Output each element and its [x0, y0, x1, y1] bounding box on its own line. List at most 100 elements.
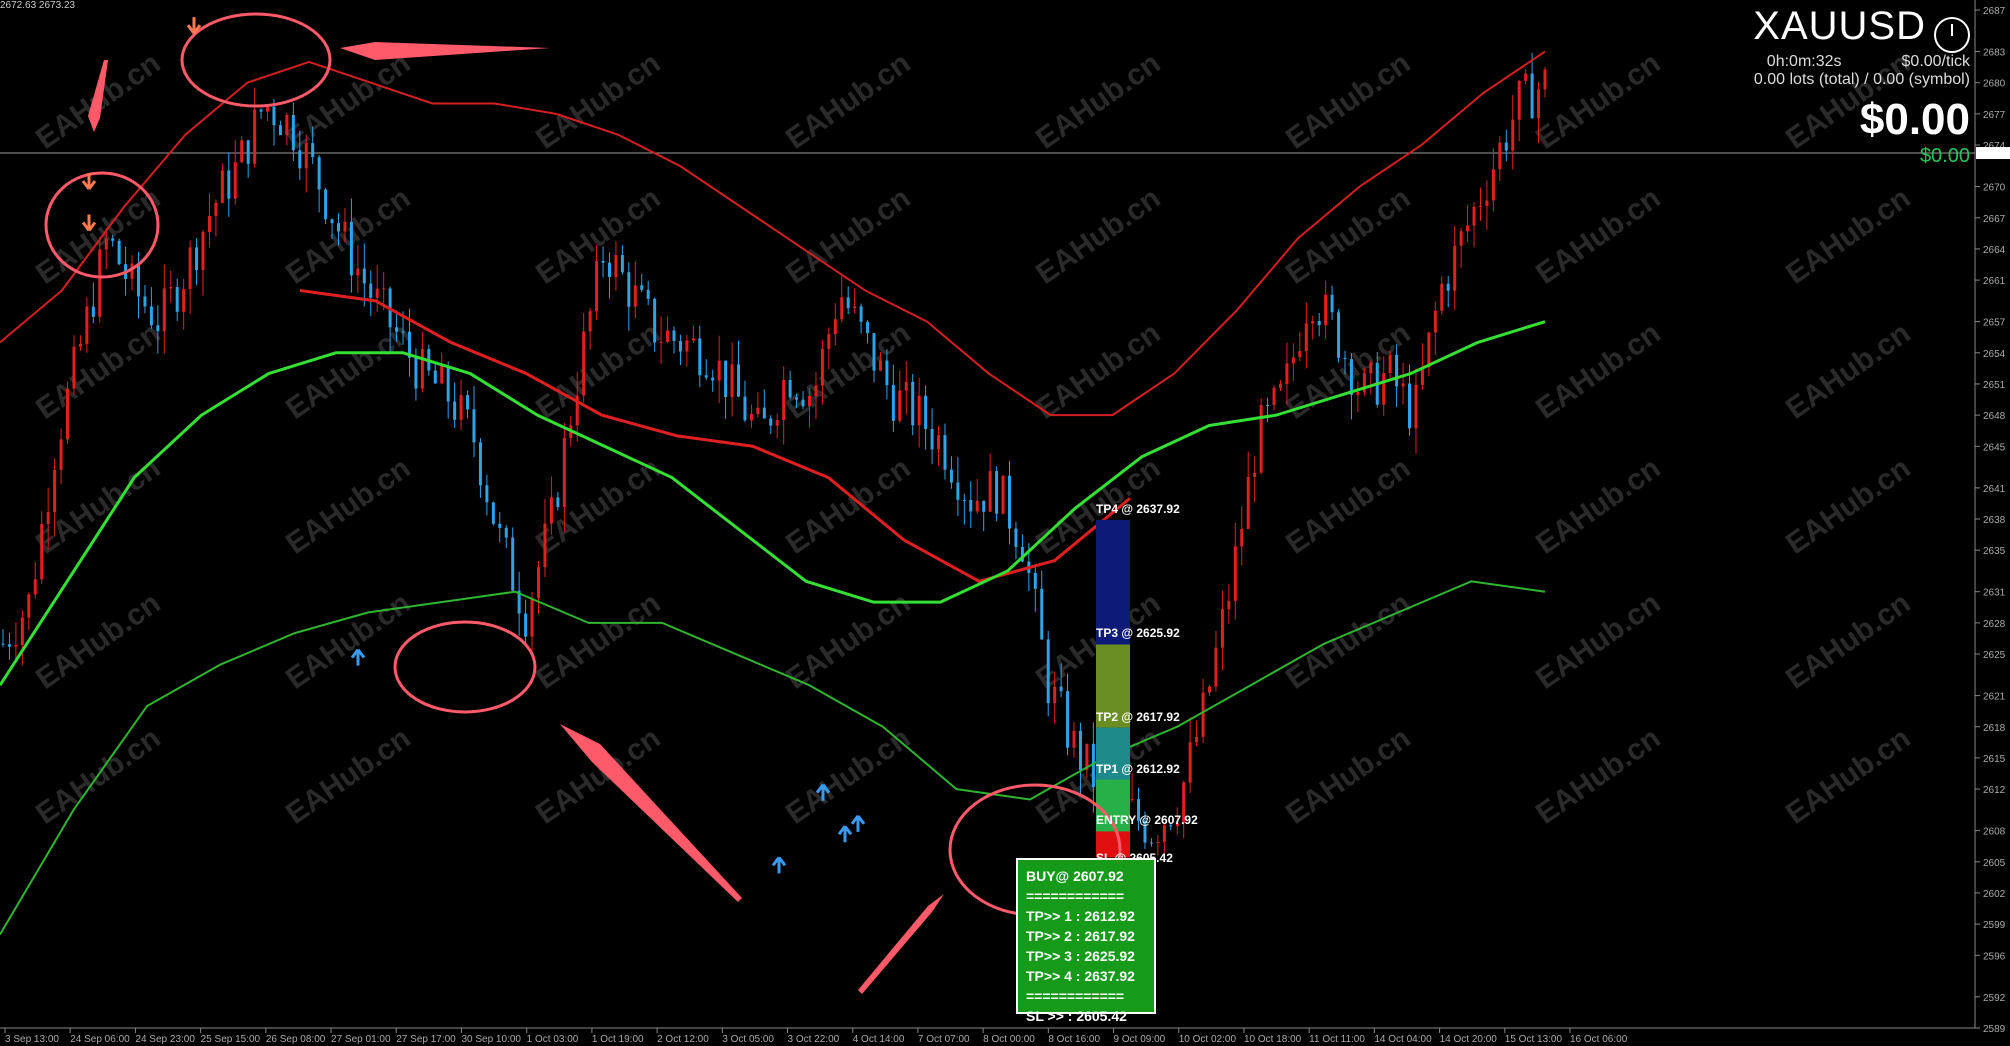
y-tick-label: 2687 — [1983, 6, 2006, 17]
candle-body — [1537, 89, 1541, 119]
watermark-text: EAHub.cn — [280, 316, 416, 425]
candle-body — [607, 262, 611, 277]
candle-body — [756, 407, 760, 414]
candle-body — [866, 321, 870, 334]
candle-body — [304, 143, 308, 169]
price-chart[interactable]: EAHub.cn EAHub.cn EAHub.cn EAHub.cn EAHub.cn… — [0, 0, 2010, 1046]
annotation-arrow-icon — [858, 894, 944, 994]
candle-body — [904, 381, 908, 391]
candle-body — [782, 379, 786, 421]
candle-body — [878, 360, 882, 371]
candle-body — [272, 106, 276, 126]
watermark-text: EAHub.cn — [30, 181, 166, 290]
candle-body — [1078, 730, 1082, 770]
candle-body — [1156, 842, 1160, 844]
candle-body — [207, 215, 211, 233]
candle-body — [85, 306, 89, 344]
y-tick-label: 2631 — [1983, 588, 2006, 599]
candle-body — [1446, 283, 1450, 291]
tp2-label: TP2 @ 2617.92 — [1096, 709, 1180, 724]
candle-body — [369, 283, 373, 298]
candle-body — [1149, 842, 1153, 844]
watermark-text: EAHub.cn — [780, 316, 916, 425]
x-tick-label: 15 Oct 13:00 — [1505, 1034, 1563, 1045]
candle-body — [698, 338, 702, 376]
candle-body — [33, 579, 37, 595]
candle-body — [724, 360, 728, 398]
candle-body — [937, 435, 941, 450]
candle-body — [788, 379, 792, 398]
candle-body — [1188, 742, 1192, 783]
candle-body — [1504, 142, 1508, 151]
candle-body — [1543, 69, 1547, 90]
x-tick-label: 16 Oct 06:00 — [1570, 1034, 1628, 1045]
candle-body — [459, 395, 463, 420]
candle-body — [737, 364, 741, 397]
candle-body — [420, 349, 424, 389]
candle-body — [1395, 354, 1399, 387]
candle-body — [853, 306, 857, 309]
candle-body — [562, 438, 566, 508]
x-tick-label: 2 Oct 12:00 — [657, 1034, 709, 1045]
buy-tp1: TP>> 1 : 2612.92 — [1026, 908, 1135, 924]
candle-body — [1130, 799, 1134, 801]
candle-body — [988, 471, 992, 512]
watermark-text: EAHub.cn — [1530, 316, 1666, 425]
tp3-label: TP3 @ 2625.92 — [1096, 626, 1180, 641]
candle-body — [78, 343, 82, 347]
candle-body — [1091, 743, 1095, 788]
candle-body — [691, 338, 695, 341]
y-tick-label: 2618 — [1983, 723, 2006, 734]
watermark-text: EAHub.cn — [1780, 721, 1916, 830]
candle-body — [543, 523, 547, 568]
candle-body — [446, 366, 450, 402]
candle-body — [1427, 332, 1431, 368]
candle-body — [549, 497, 553, 524]
candle-body — [233, 162, 237, 199]
candle-body — [440, 366, 444, 384]
candle-body — [1343, 357, 1347, 359]
candle-body — [1, 643, 5, 645]
watermark-text: EAHub.cn — [1780, 181, 1916, 290]
watermark-text: EAHub.cn — [280, 721, 416, 830]
watermark-text: EAHub.cn — [1530, 46, 1666, 155]
candle-body — [343, 221, 347, 232]
candle-body — [1414, 384, 1418, 429]
candle-body — [136, 263, 140, 297]
candle-body — [1401, 383, 1405, 387]
buy-arrow-icon — [771, 856, 787, 874]
candle-body — [349, 221, 353, 276]
watermark-text: EAHub.cn — [280, 46, 416, 155]
x-tick-label: 24 Sep 06:00 — [70, 1034, 130, 1045]
candle-body — [491, 502, 495, 524]
candle-body — [1007, 475, 1011, 529]
symbol-label: XAUUSD — [1753, 4, 1926, 48]
candle-body — [149, 306, 153, 326]
buy-arrow-icon — [837, 825, 853, 843]
candle-body — [646, 289, 650, 299]
candle-body — [530, 597, 534, 637]
y-tick-label: 2638 — [1983, 515, 2006, 526]
y-tick-label: 2628 — [1983, 619, 2006, 630]
y-tick-label: 2602 — [1983, 889, 2006, 900]
candle-body — [924, 395, 928, 429]
candle-body — [27, 594, 31, 618]
candle-body — [1201, 692, 1205, 737]
y-tick-label: 2592 — [1983, 993, 2006, 1004]
candle-body — [969, 500, 973, 512]
candle-body — [485, 485, 489, 503]
y-tick-label: 2664 — [1983, 245, 2006, 256]
y-tick-label: 2657 — [1983, 318, 2006, 329]
candle-body — [640, 285, 644, 290]
candle-body — [175, 287, 179, 312]
candle-body — [601, 260, 605, 263]
candle-body — [1530, 73, 1534, 119]
candle-body — [1272, 387, 1276, 406]
candle-body — [7, 644, 11, 647]
x-tick-label: 3 Sep 13:00 — [5, 1034, 59, 1045]
y-tick-label: 2612 — [1983, 785, 2006, 796]
watermark-text: EAHub.cn — [1030, 181, 1166, 290]
y-tick-label: 2599 — [1983, 920, 2006, 931]
y-tick-label: 2683 — [1983, 48, 2006, 59]
x-tick-label: 8 Oct 00:00 — [983, 1034, 1035, 1045]
